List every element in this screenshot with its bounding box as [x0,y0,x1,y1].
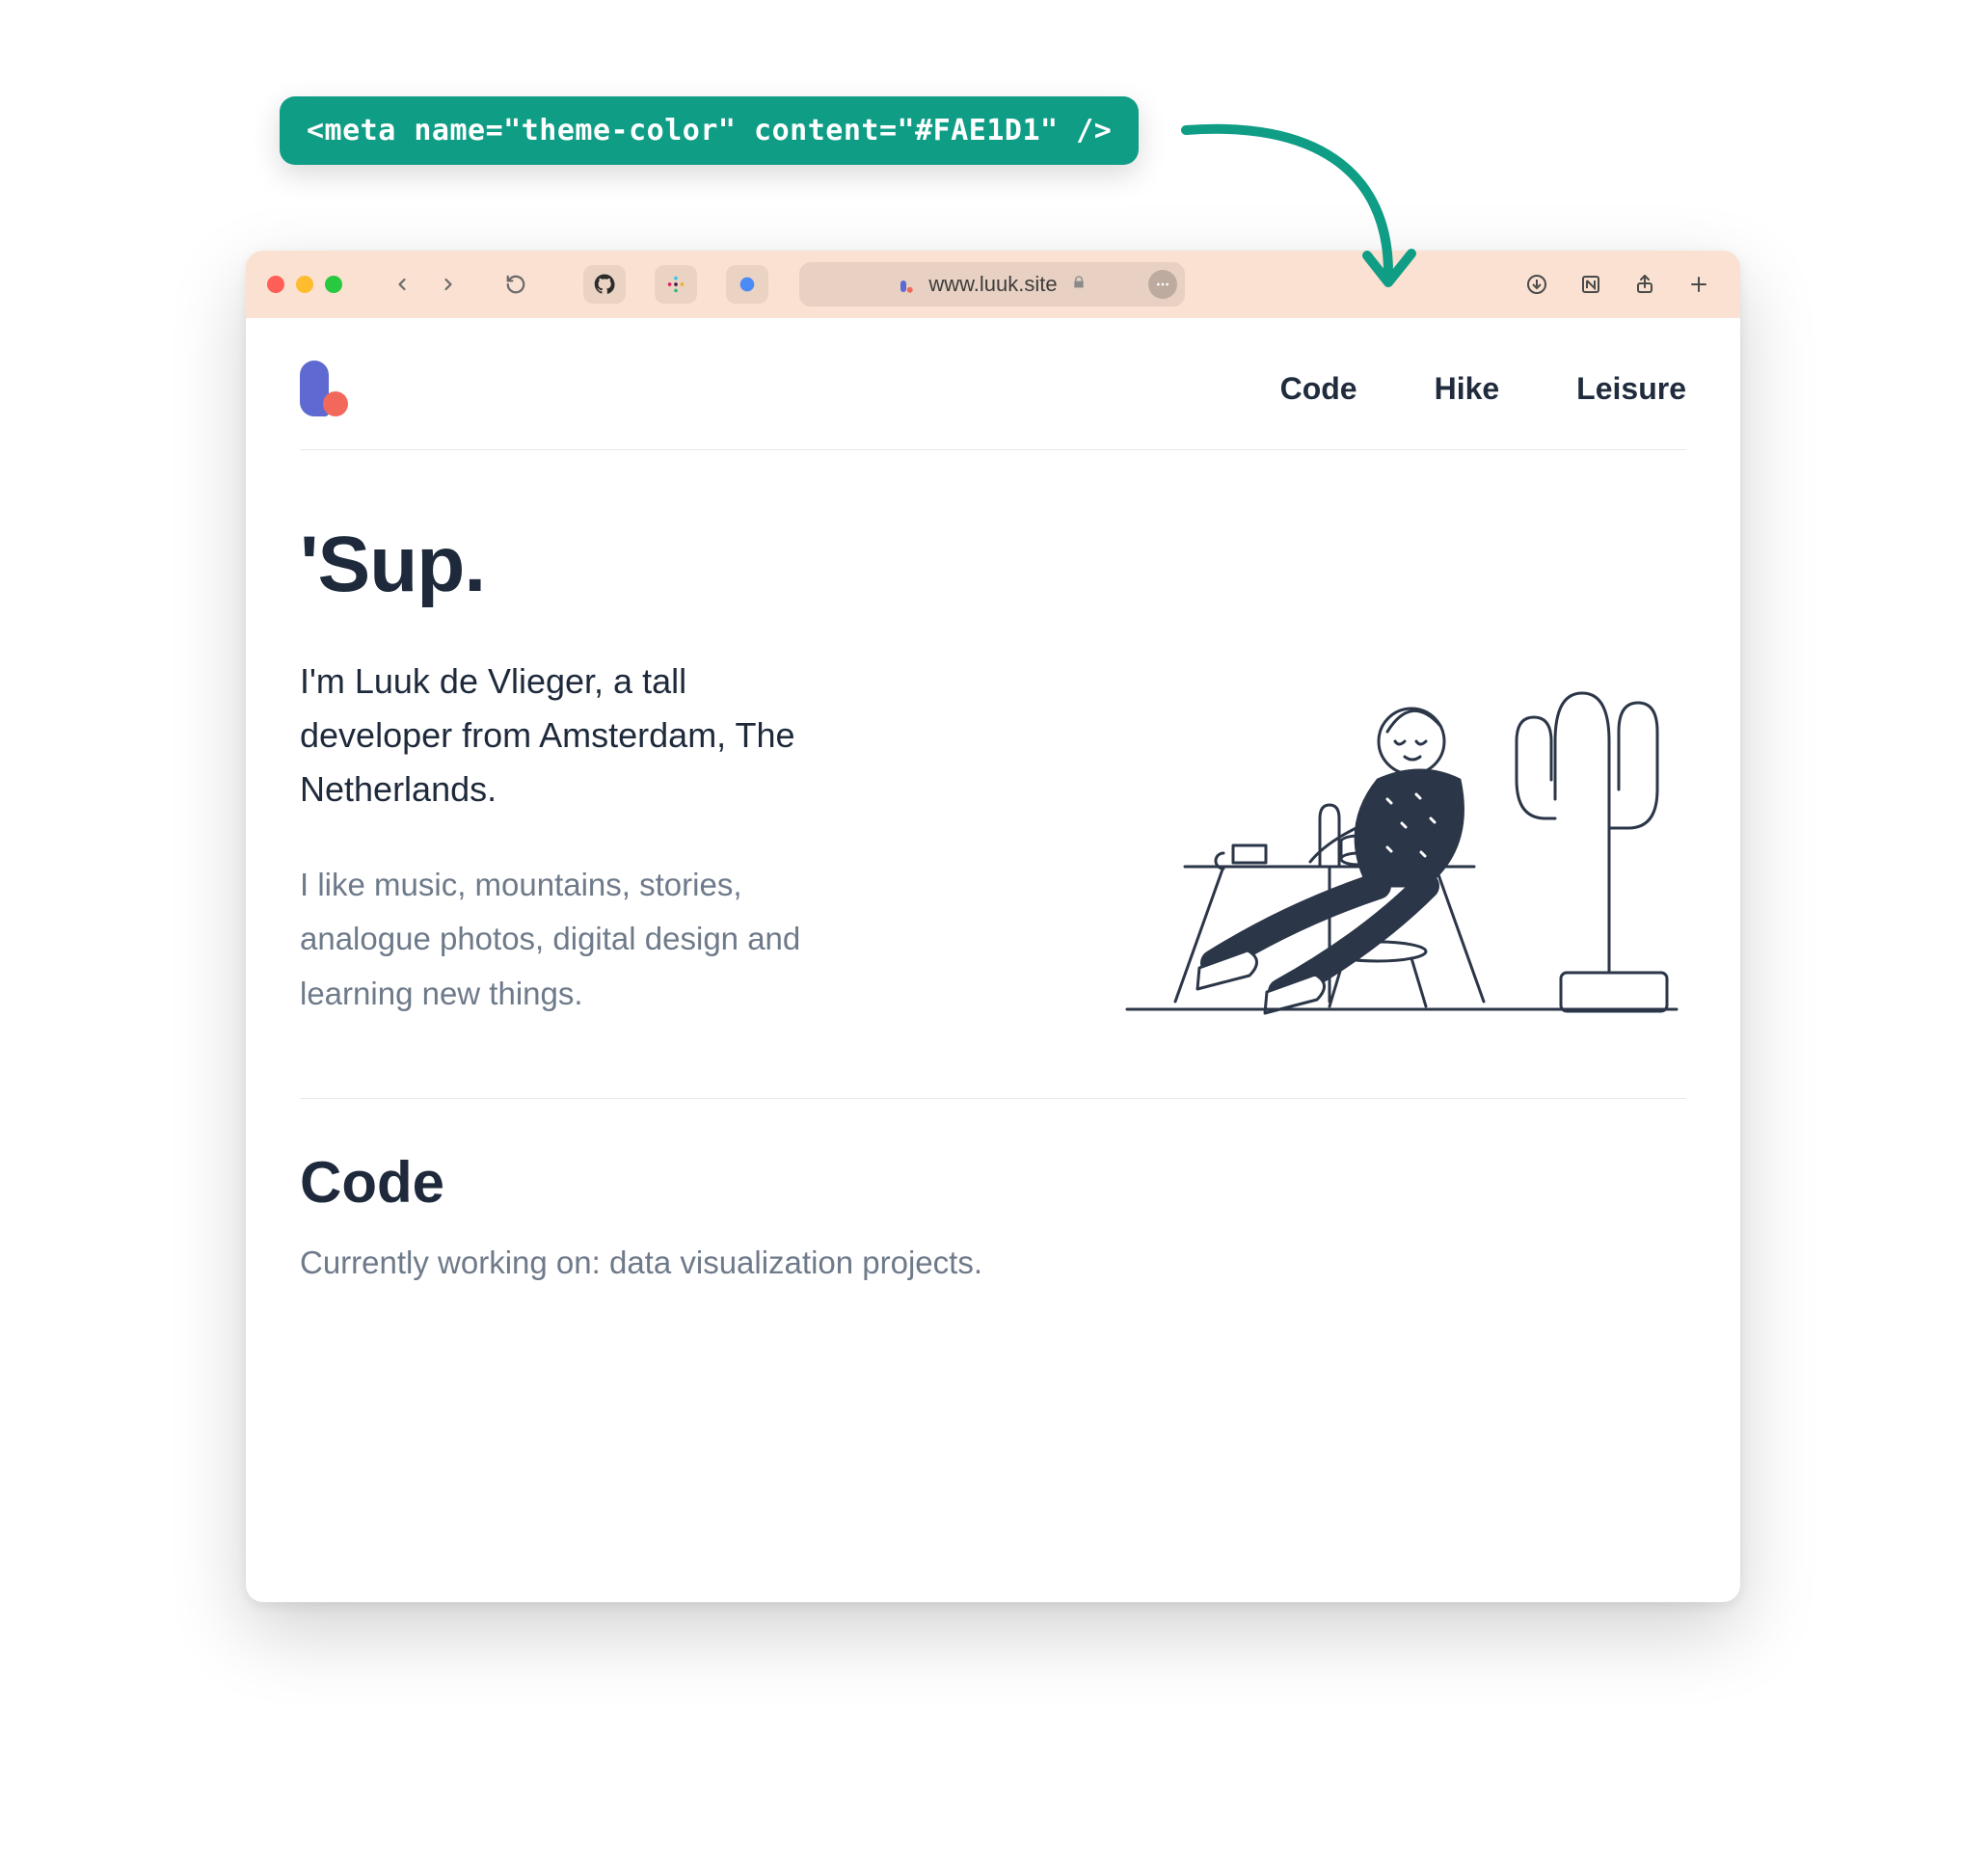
hero-illustration-icon [1069,577,1686,1021]
plus-icon [1687,273,1710,296]
traffic-lights [267,276,342,293]
chevron-right-icon [439,275,458,294]
window-minimize-icon[interactable] [296,276,313,293]
url-bar[interactable]: www.luuk.site [799,262,1185,307]
github-icon [594,274,615,295]
logo-dot-icon [323,391,348,416]
badge-text: <meta name="theme-color" content="#FAE1D… [307,114,1112,147]
slack-icon [665,274,686,295]
pinned-tab-app[interactable] [726,265,768,304]
lock-icon [1071,275,1087,295]
nav-link-leisure[interactable]: Leisure [1576,371,1686,407]
window-close-icon[interactable] [267,276,284,293]
reload-button[interactable] [497,265,535,304]
forward-button[interactable] [429,265,468,304]
app-icon [737,274,758,295]
notion-icon [1579,273,1602,296]
meta-theme-color-badge: <meta name="theme-color" content="#FAE1D… [280,96,1139,165]
chevron-left-icon [392,275,412,294]
code-body: Currently working on: data visualization… [300,1245,1686,1281]
nav-links: Code Hike Leisure [1280,371,1686,407]
back-button[interactable] [383,265,421,304]
extension-button[interactable] [1571,265,1611,304]
download-icon [1525,273,1548,296]
reload-icon [505,274,526,295]
page-content: Code Hike Leisure 'Sup. I'm Luuk de Vlie… [246,318,1740,1602]
nav-link-code[interactable]: Code [1280,371,1357,407]
hero-lead: I'm Luuk de Vlieger, a tall developer fr… [300,655,840,816]
hero-sub: I like music, mountains, stories, analog… [300,858,878,1020]
new-tab-button[interactable] [1679,265,1719,304]
site-favicon-icon [898,276,915,293]
browser-window: www.luuk.site [246,251,1740,1602]
site-nav: Code Hike Leisure [300,361,1686,450]
pinned-tab-slack[interactable] [655,265,697,304]
hero-section: 'Sup. I'm Luuk de Vlieger, a tall develo… [300,450,1686,1099]
page-actions-button[interactable] [1148,270,1177,299]
ellipsis-icon [1155,277,1170,292]
share-icon [1633,273,1656,296]
pinned-tab-github[interactable] [583,265,626,304]
arrow-to-toolbar-icon [1176,111,1427,304]
window-maximize-icon[interactable] [325,276,342,293]
share-button[interactable] [1625,265,1665,304]
code-section: Code Currently working on: data visualiz… [300,1099,1686,1281]
browser-toolbar: www.luuk.site [246,251,1740,318]
nav-link-hike[interactable]: Hike [1435,371,1500,407]
downloads-button[interactable] [1517,265,1557,304]
url-text: www.luuk.site [928,272,1057,297]
code-heading: Code [300,1149,1686,1216]
site-logo[interactable] [300,361,348,416]
hero-title: 'Sup. [300,520,1021,610]
